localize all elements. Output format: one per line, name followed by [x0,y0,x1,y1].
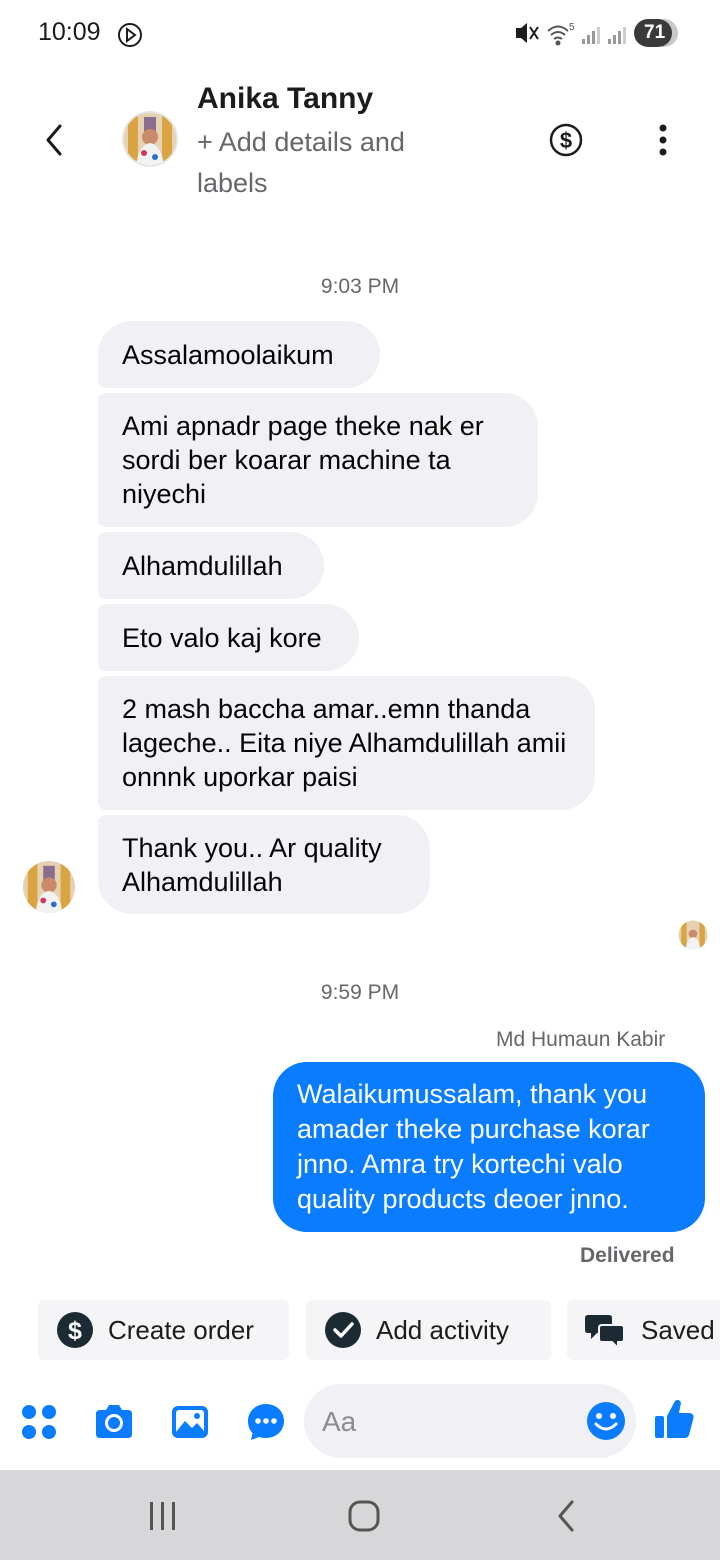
like-icon[interactable] [652,1396,696,1442]
timestamp: 9:03 PM [320,275,400,298]
signal-icon-2 [608,27,626,44]
saved-label: Saved [641,1314,715,1345]
message-bubble-incoming[interactable]: 2 mash baccha amar..emn thanda lageche..… [98,676,595,810]
wifi-icon [547,25,569,46]
message-bubble-incoming[interactable]: Alhamdulillah [98,532,324,599]
saved-replies-icon [585,1315,625,1349]
mute-icon [516,23,539,43]
emoji-icon[interactable] [585,1400,627,1442]
more-vert-icon[interactable] [648,120,678,160]
contact-name[interactable]: Anika Tanny [197,82,373,116]
add-activity-button[interactable]: Add activity [306,1300,551,1360]
signal-icon [582,27,600,44]
battery-icon: 71 [634,19,672,47]
add-details-link[interactable]: + Add details and labels [197,122,457,204]
apps-icon[interactable] [17,1400,61,1444]
delivery-status: Delivered [580,1244,675,1267]
chat-bubble-icon[interactable] [244,1400,288,1444]
svg-text:$: $ [68,1317,82,1345]
back-nav-icon[interactable] [548,1498,584,1534]
saved-replies-button[interactable]: Saved [567,1300,720,1360]
contact-avatar[interactable] [122,111,178,167]
status-time: 10:09 [38,18,101,46]
add-activity-label: Add activity [376,1314,509,1345]
svg-text:5: 5 [569,22,575,33]
check-circle-icon [325,1312,361,1348]
back-arrow-icon[interactable] [36,118,76,162]
dollar-icon: $ [57,1312,93,1348]
message-bubble-incoming[interactable]: Eto valo kaj kore [98,604,359,671]
message-bubble-outgoing[interactable]: Walaikumussalam, thank you amader theke … [273,1062,705,1232]
home-icon[interactable] [346,1498,382,1534]
gallery-icon[interactable] [168,1400,212,1444]
sender-avatar[interactable] [22,860,76,914]
sender-name: Md Humaun Kabir [496,1028,666,1051]
message-bubble-incoming[interactable]: Assalamoolaikum [98,321,380,388]
recent-apps-icon[interactable] [145,1498,181,1534]
dollar-circle-icon[interactable]: $ [548,122,584,158]
read-receipt-avatar [678,920,708,950]
play-store-notification-icon [118,23,142,47]
message-input[interactable] [320,1398,574,1446]
message-bubble-incoming[interactable]: Ami apnadr page theke nak er sordi ber k… [98,393,538,527]
timestamp: 9:59 PM [320,981,400,1004]
create-order-label: Create order [108,1314,254,1345]
message-bubble-incoming[interactable]: Thank you.. Ar quality Alhamdulillah [98,815,430,914]
svg-text:$: $ [560,128,572,153]
camera-icon[interactable] [92,1400,136,1444]
create-order-button[interactable]: $ Create order [38,1300,289,1360]
